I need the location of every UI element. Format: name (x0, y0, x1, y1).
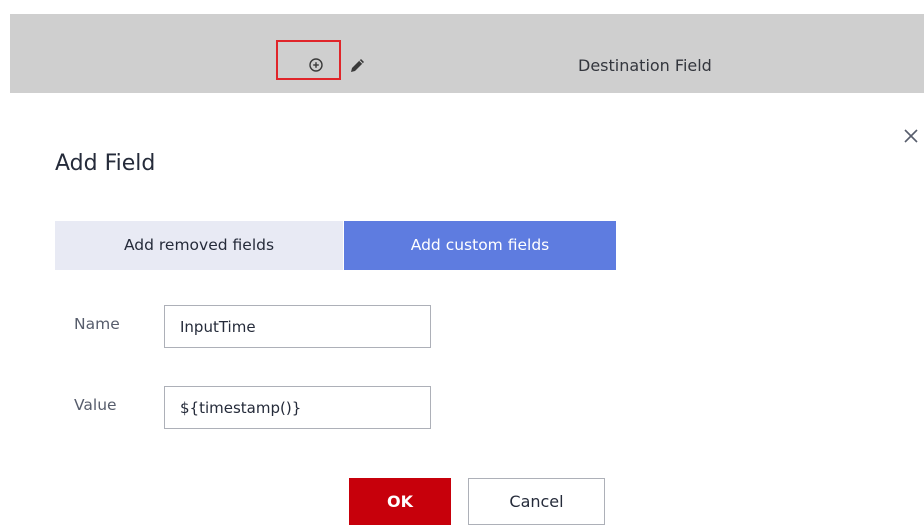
dialog-title: Add Field (55, 151, 156, 176)
value-input[interactable] (164, 386, 431, 429)
name-label: Name (74, 315, 120, 333)
cancel-button[interactable]: Cancel (468, 478, 605, 525)
destination-field-header: Destination Field (578, 56, 712, 75)
close-icon[interactable] (902, 127, 920, 145)
table-header-bar (10, 14, 924, 93)
tab-add-custom-fields[interactable]: Add custom fields (344, 221, 616, 270)
pencil-icon[interactable] (349, 57, 366, 74)
value-label: Value (74, 396, 117, 414)
add-circle-icon[interactable] (309, 58, 323, 72)
name-input[interactable] (164, 305, 431, 348)
tab-add-removed-fields[interactable]: Add removed fields (55, 221, 343, 270)
ok-button[interactable]: OK (349, 478, 451, 525)
